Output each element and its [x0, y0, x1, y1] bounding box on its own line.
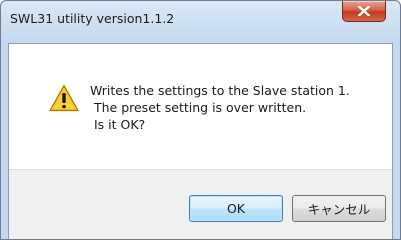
close-button[interactable] — [342, 1, 386, 22]
dialog-body: Writes the settings to the Slave station… — [8, 43, 393, 239]
dialog-window: SWL31 utility version1.1.2 Writes the se… — [0, 0, 401, 240]
title-bar[interactable]: SWL31 utility version1.1.2 — [1, 1, 400, 43]
warning-icon — [49, 84, 79, 112]
ok-button[interactable]: OK — [189, 195, 283, 222]
window-title: SWL31 utility version1.1.2 — [10, 11, 175, 26]
cancel-button[interactable]: キャンセル — [292, 195, 386, 222]
dialog-message: Writes the settings to the Slave station… — [90, 83, 350, 132]
button-bar: OK キャンセル — [9, 169, 392, 239]
close-icon — [358, 6, 370, 16]
